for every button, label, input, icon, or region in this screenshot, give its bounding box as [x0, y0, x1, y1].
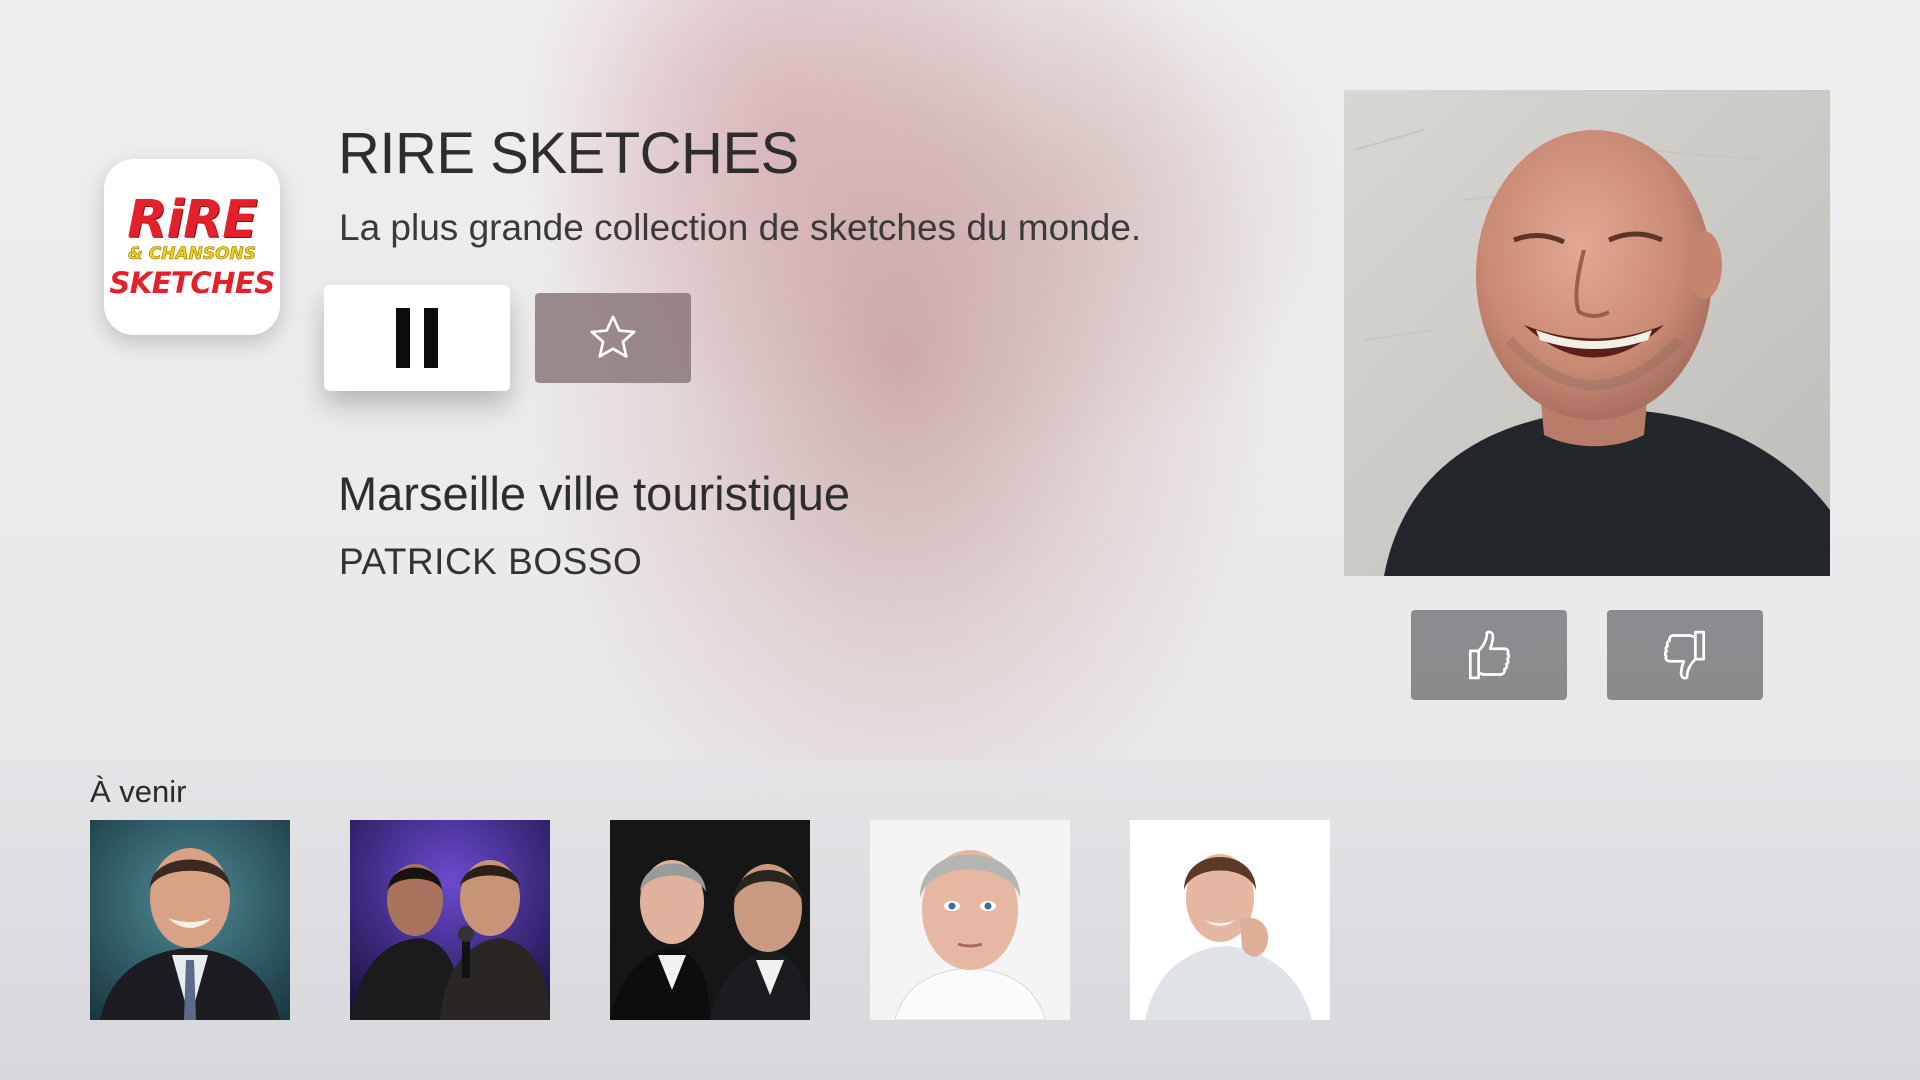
station-logo: RiRE & CHANSONS SKETCHES [104, 159, 280, 335]
track-artist: PATRICK BOSSO [339, 541, 643, 582]
thumbs-up-button[interactable] [1411, 610, 1567, 700]
pause-icon-bar [424, 308, 438, 368]
upcoming-item-4[interactable] [870, 820, 1070, 1020]
thumbs-down-icon [1663, 630, 1706, 680]
station-title: RIRE SKETCHES [338, 121, 799, 186]
logo-text-chansons: & CHANSONS [128, 244, 257, 265]
upcoming-item-5[interactable] [1130, 820, 1330, 1020]
upcoming-list [90, 820, 1330, 1020]
pause-button[interactable] [324, 285, 510, 391]
logo-text-rire: RiRE [127, 190, 257, 250]
pause-icon [396, 308, 410, 368]
station-subtitle: La plus grande collection de sketches du… [339, 207, 1142, 248]
thumbs-up-icon [1468, 630, 1511, 680]
upcoming-item-2[interactable] [350, 820, 550, 1020]
upcoming-item-1[interactable] [90, 820, 290, 1020]
upcoming-label: À venir [90, 774, 187, 809]
star-outline-icon [590, 315, 636, 358]
now-playing-artwork [1344, 90, 1830, 576]
favorite-button[interactable] [535, 293, 691, 383]
thumbs-down-button[interactable] [1607, 610, 1763, 700]
upcoming-item-3[interactable] [610, 820, 810, 1020]
logo-text-sketches: SKETCHES [109, 266, 275, 300]
track-title: Marseille ville touristique [338, 467, 850, 520]
